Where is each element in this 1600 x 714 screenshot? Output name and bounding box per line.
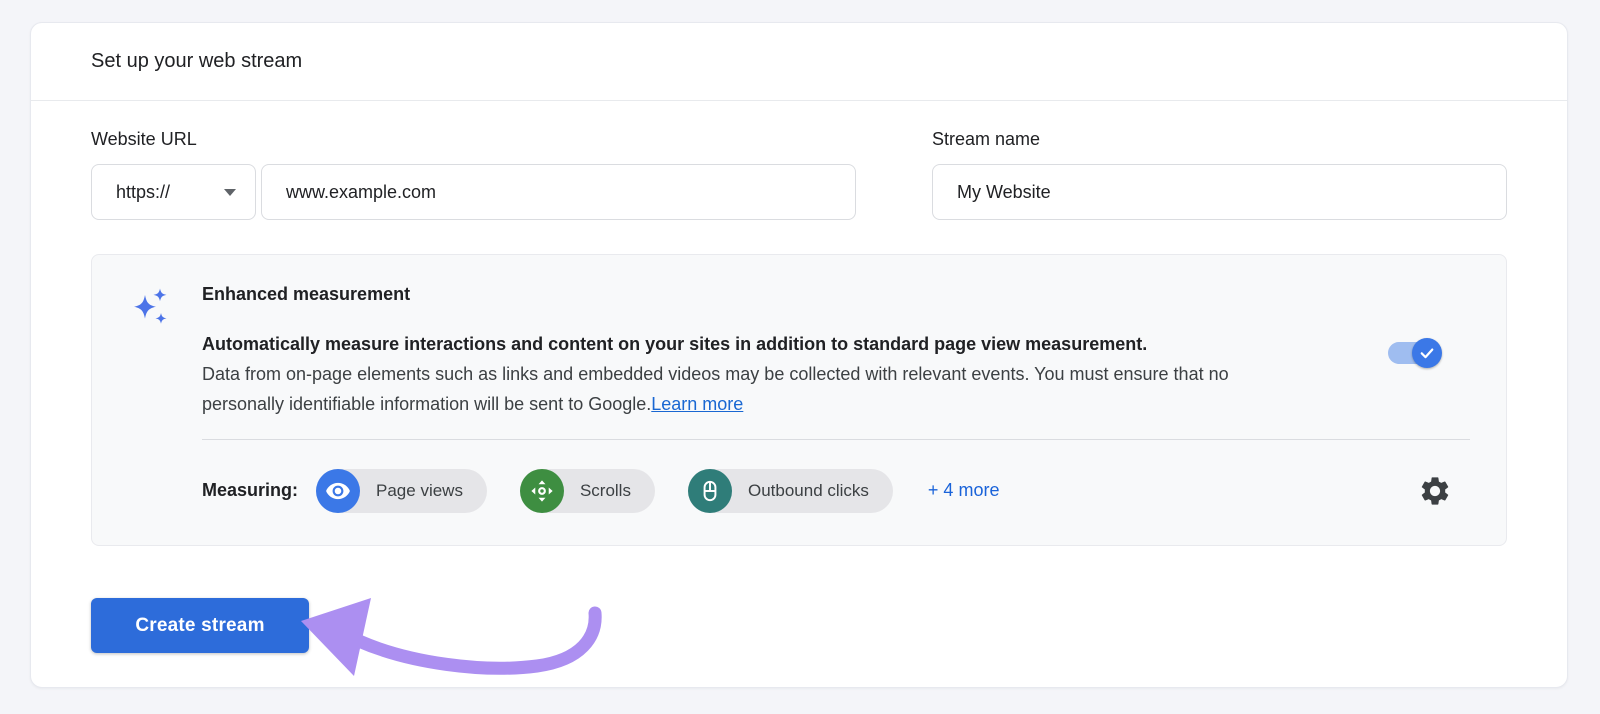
enhanced-measurement-toggle[interactable] bbox=[1388, 342, 1440, 364]
chip-label: Scrolls bbox=[580, 481, 631, 501]
create-stream-button[interactable]: Create stream bbox=[91, 598, 309, 653]
setup-web-stream-dialog: Set up your web stream Website URL https… bbox=[30, 22, 1568, 688]
protocol-dropdown[interactable]: https:// bbox=[91, 164, 256, 220]
stream-name-input[interactable] bbox=[932, 164, 1507, 220]
measuring-label: Measuring: bbox=[202, 480, 298, 501]
website-url-input[interactable] bbox=[261, 164, 856, 220]
enhanced-measurement-title: Enhanced measurement bbox=[202, 281, 1470, 307]
checkmark-icon bbox=[1418, 344, 1436, 362]
eye-icon bbox=[316, 469, 360, 513]
enhanced-measurement-card: Enhanced measurement Automatically measu… bbox=[91, 254, 1507, 546]
protocol-dropdown-value: https:// bbox=[116, 182, 170, 203]
toggle-thumb bbox=[1412, 338, 1442, 368]
more-events-link[interactable]: + 4 more bbox=[928, 480, 1000, 501]
enhanced-measurement-description: Automatically measure interactions and c… bbox=[202, 329, 1287, 419]
chip-outbound-clicks[interactable]: Outbound clicks bbox=[688, 469, 893, 513]
mouse-icon bbox=[688, 469, 732, 513]
chip-page-views[interactable]: Page views bbox=[316, 469, 487, 513]
website-url-group: Website URL https:// bbox=[91, 129, 856, 220]
sparkle-icon bbox=[132, 316, 170, 333]
dialog-title: Set up your web stream bbox=[31, 23, 1567, 101]
stream-name-group: Stream name bbox=[932, 129, 1507, 220]
chip-label: Page views bbox=[376, 481, 463, 501]
chip-label: Outbound clicks bbox=[748, 481, 869, 501]
scroll-move-icon bbox=[520, 469, 564, 513]
chip-scrolls[interactable]: Scrolls bbox=[520, 469, 655, 513]
learn-more-link[interactable]: Learn more bbox=[651, 394, 743, 414]
gear-icon[interactable] bbox=[1418, 474, 1452, 508]
description-bold-text: Automatically measure interactions and c… bbox=[202, 329, 1287, 359]
chevron-down-icon bbox=[224, 189, 236, 196]
website-url-label: Website URL bbox=[91, 129, 856, 150]
stream-name-label: Stream name bbox=[932, 129, 1507, 150]
